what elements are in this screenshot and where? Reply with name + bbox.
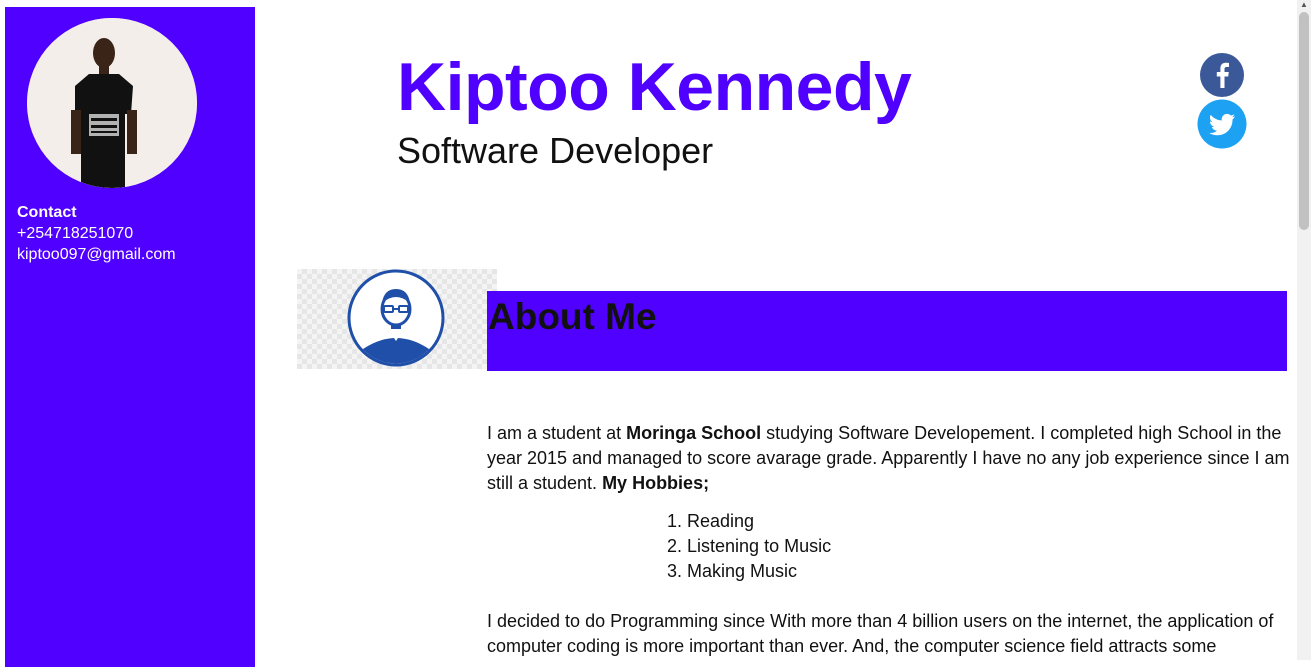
contact-block: Contact +254718251070 kiptoo097@gmail.co…: [17, 202, 176, 265]
contact-phone: +254718251070: [17, 225, 134, 242]
sidebar: Contact +254718251070 kiptoo097@gmail.co…: [5, 7, 255, 667]
about-text-part1: I am a student at: [487, 423, 627, 443]
about-avatar-image: [297, 269, 497, 369]
contact-heading: Contact: [17, 204, 77, 221]
school-name: Moringa School: [626, 423, 762, 443]
hobby-item: 1. Reading: [667, 511, 755, 531]
page-title: Kiptoo Kennedy: [397, 49, 912, 125]
hobby-item: 3. Making Music: [667, 561, 798, 581]
facebook-icon[interactable]: [1199, 52, 1245, 98]
profile-photo: [27, 18, 197, 188]
contact-email: kiptoo097@gmail.com: [17, 246, 176, 263]
about-heading: About Me: [488, 296, 657, 337]
programming-paragraph: I decided to do Programming since With m…: [487, 611, 1274, 656]
hobbies-list: 1. Reading 2. Listening to Music 3. Maki…: [667, 509, 831, 584]
scroll-up-icon[interactable]: ▲: [1300, 0, 1308, 9]
hobbies-heading: My Hobbies;: [602, 473, 710, 493]
about-paragraph: I am a student at Moringa School studyin…: [487, 421, 1302, 496]
job-title: Software Developer: [397, 130, 714, 171]
hobby-item: 2. Listening to Music: [667, 536, 832, 556]
scrollbar-thumb[interactable]: [1299, 12, 1309, 230]
twitter-icon[interactable]: [1197, 99, 1247, 149]
